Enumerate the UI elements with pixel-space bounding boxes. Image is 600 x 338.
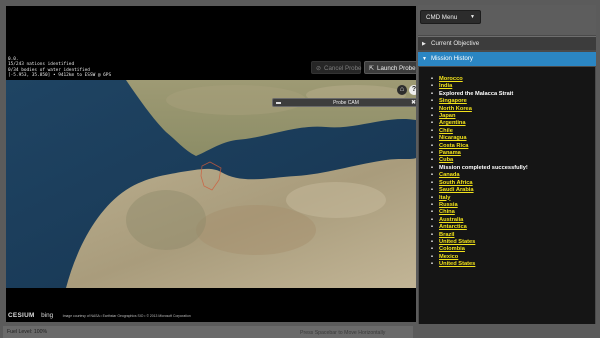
history-item[interactable]: Italy xyxy=(431,195,595,202)
history-item[interactable]: United States xyxy=(431,239,595,246)
cancel-probe-label: Cancel Probe xyxy=(324,65,362,72)
history-link[interactable]: Cuba xyxy=(439,157,453,163)
history-link[interactable]: Colombia xyxy=(439,246,465,252)
history-text: Explored the Malacca Strait xyxy=(439,90,514,97)
history-link[interactable]: Saudi Arabia xyxy=(439,187,474,193)
history-link[interactable]: Brazil xyxy=(439,232,455,238)
history-item[interactable]: United States xyxy=(431,261,595,268)
history-link[interactable]: Singapore xyxy=(439,98,467,104)
history-item[interactable]: Canada xyxy=(431,172,595,179)
history-link[interactable]: Morocco xyxy=(439,76,463,82)
history-text: Mission completed successfully! xyxy=(439,164,528,171)
launch-probe-label: Launch Probe xyxy=(377,65,416,72)
history-link[interactable]: Italy xyxy=(439,195,450,201)
history-item[interactable]: South Africa xyxy=(431,180,595,187)
history-item[interactable]: Morocco xyxy=(431,76,595,83)
history-item: Mission completed successfully! xyxy=(431,165,595,172)
history-item[interactable]: Saudi Arabia xyxy=(431,187,595,194)
history-item[interactable]: Nicaragua xyxy=(431,135,595,142)
current-objective-header[interactable]: ▶ Current Objective xyxy=(418,36,596,50)
history-item[interactable]: Mexico xyxy=(431,254,595,261)
history-item[interactable]: India xyxy=(431,83,595,90)
bing-logo[interactable]: bing xyxy=(41,312,53,319)
help-button[interactable]: ? xyxy=(409,85,416,95)
history-link[interactable]: North Korea xyxy=(439,106,472,112)
history-item[interactable]: Singapore xyxy=(431,98,595,105)
satellite-map[interactable] xyxy=(6,80,416,288)
history-item[interactable]: Argentina xyxy=(431,120,595,127)
history-item: Explored the Malacca Strait xyxy=(431,91,595,98)
cancel-icon: ⊘ xyxy=(316,66,322,72)
map-credits: CESIUM bing Image courtesy of NASA • Ear… xyxy=(8,312,191,319)
close-icon[interactable]: ✖ xyxy=(411,99,416,107)
history-item[interactable]: Colombia xyxy=(431,246,595,253)
cmd-menu-button[interactable]: CMD Menu ▼ xyxy=(420,10,481,24)
history-link[interactable]: Antarctica xyxy=(439,224,467,230)
minimize-icon[interactable] xyxy=(276,102,281,104)
history-link[interactable]: Australia xyxy=(439,217,463,223)
history-item[interactable]: Costa Rica xyxy=(431,143,595,150)
history-item[interactable]: Panama xyxy=(431,150,595,157)
cesium-logo[interactable]: CESIUM xyxy=(8,312,35,319)
history-link[interactable]: Mexico xyxy=(439,254,458,260)
cancel-probe-button[interactable]: ⊘ Cancel Probe xyxy=(311,61,362,74)
history-item[interactable]: Japan xyxy=(431,113,595,120)
history-link[interactable]: Panama xyxy=(439,150,461,156)
side-panel: CMD Menu ▼ ▶ Current Objective ▼ Mission H… xyxy=(418,5,596,324)
history-item[interactable]: Antarctica xyxy=(431,224,595,231)
probe-cam-title: Probe CAM xyxy=(333,100,359,106)
history-link[interactable]: Chile xyxy=(439,128,453,134)
history-link[interactable]: Costa Rica xyxy=(439,143,468,149)
hud-readout: 0.0. 15/243 nations identified 0/34 bodies… xyxy=(8,57,111,78)
help-label: ? xyxy=(411,86,416,93)
home-icon[interactable]: ⌂ xyxy=(397,85,407,95)
history-link[interactable]: Japan xyxy=(439,113,455,119)
credits-text: Image courtesy of NASA • Earthstar Geogr… xyxy=(62,314,191,318)
history-item[interactable]: Chile xyxy=(431,128,595,135)
terrain-patch xyxy=(286,182,386,218)
terrain-patch xyxy=(126,190,206,250)
mission-history-header[interactable]: ▼ Mission History xyxy=(418,52,596,66)
history-link[interactable]: United States xyxy=(439,261,475,267)
globe-viewer[interactable]: 0.0. 15/243 nations identified 0/34 bodies… xyxy=(6,6,416,322)
history-link[interactable]: Canada xyxy=(439,172,460,178)
history-link[interactable]: South Africa xyxy=(439,180,473,186)
probe-cam-panel[interactable]: Probe CAM ✖ xyxy=(272,98,416,107)
history-link[interactable]: China xyxy=(439,209,455,215)
history-item[interactable]: Australia xyxy=(431,217,595,224)
history-item[interactable]: China xyxy=(431,209,595,216)
chevron-down-icon: ▼ xyxy=(422,56,427,62)
app-window: { "hud": { "lines": [ "0.0.", "15/243 na… xyxy=(0,0,600,338)
mission-history-label: Mission History xyxy=(431,55,473,62)
terrain-patch xyxy=(196,205,316,255)
current-objective-label: Current Objective xyxy=(431,40,480,47)
mission-history-list: MoroccoIndiaExplored the Malacca StraitS… xyxy=(431,76,595,269)
launch-icon: ⇱ xyxy=(369,66,375,72)
history-link[interactable]: India xyxy=(439,83,452,89)
history-link[interactable]: United States xyxy=(439,239,475,245)
history-item[interactable]: North Korea xyxy=(431,106,595,113)
cmd-menu-label: CMD Menu xyxy=(426,14,458,21)
mission-history-panel: MoroccoIndiaExplored the Malacca StraitS… xyxy=(419,67,595,324)
launch-probe-button[interactable]: ⇱ Launch Probe xyxy=(364,61,416,74)
history-item[interactable]: Brazil xyxy=(431,232,595,239)
chevron-right-icon: ▶ xyxy=(422,41,426,47)
history-link[interactable]: Argentina xyxy=(439,120,466,126)
history-item[interactable]: Russia xyxy=(431,202,595,209)
history-link[interactable]: Nicaragua xyxy=(439,135,467,141)
hud-line: [-5.953, 35.850] • 9412km to ESSW @ 6PS xyxy=(8,72,112,78)
panel-header: CMD Menu ▼ xyxy=(418,5,596,35)
status-hint: Press Spacebar to Move Horizontally xyxy=(300,330,386,336)
history-item[interactable]: Cuba xyxy=(431,157,595,164)
chevron-down-icon: ▼ xyxy=(470,14,475,20)
history-link[interactable]: Russia xyxy=(439,202,458,208)
